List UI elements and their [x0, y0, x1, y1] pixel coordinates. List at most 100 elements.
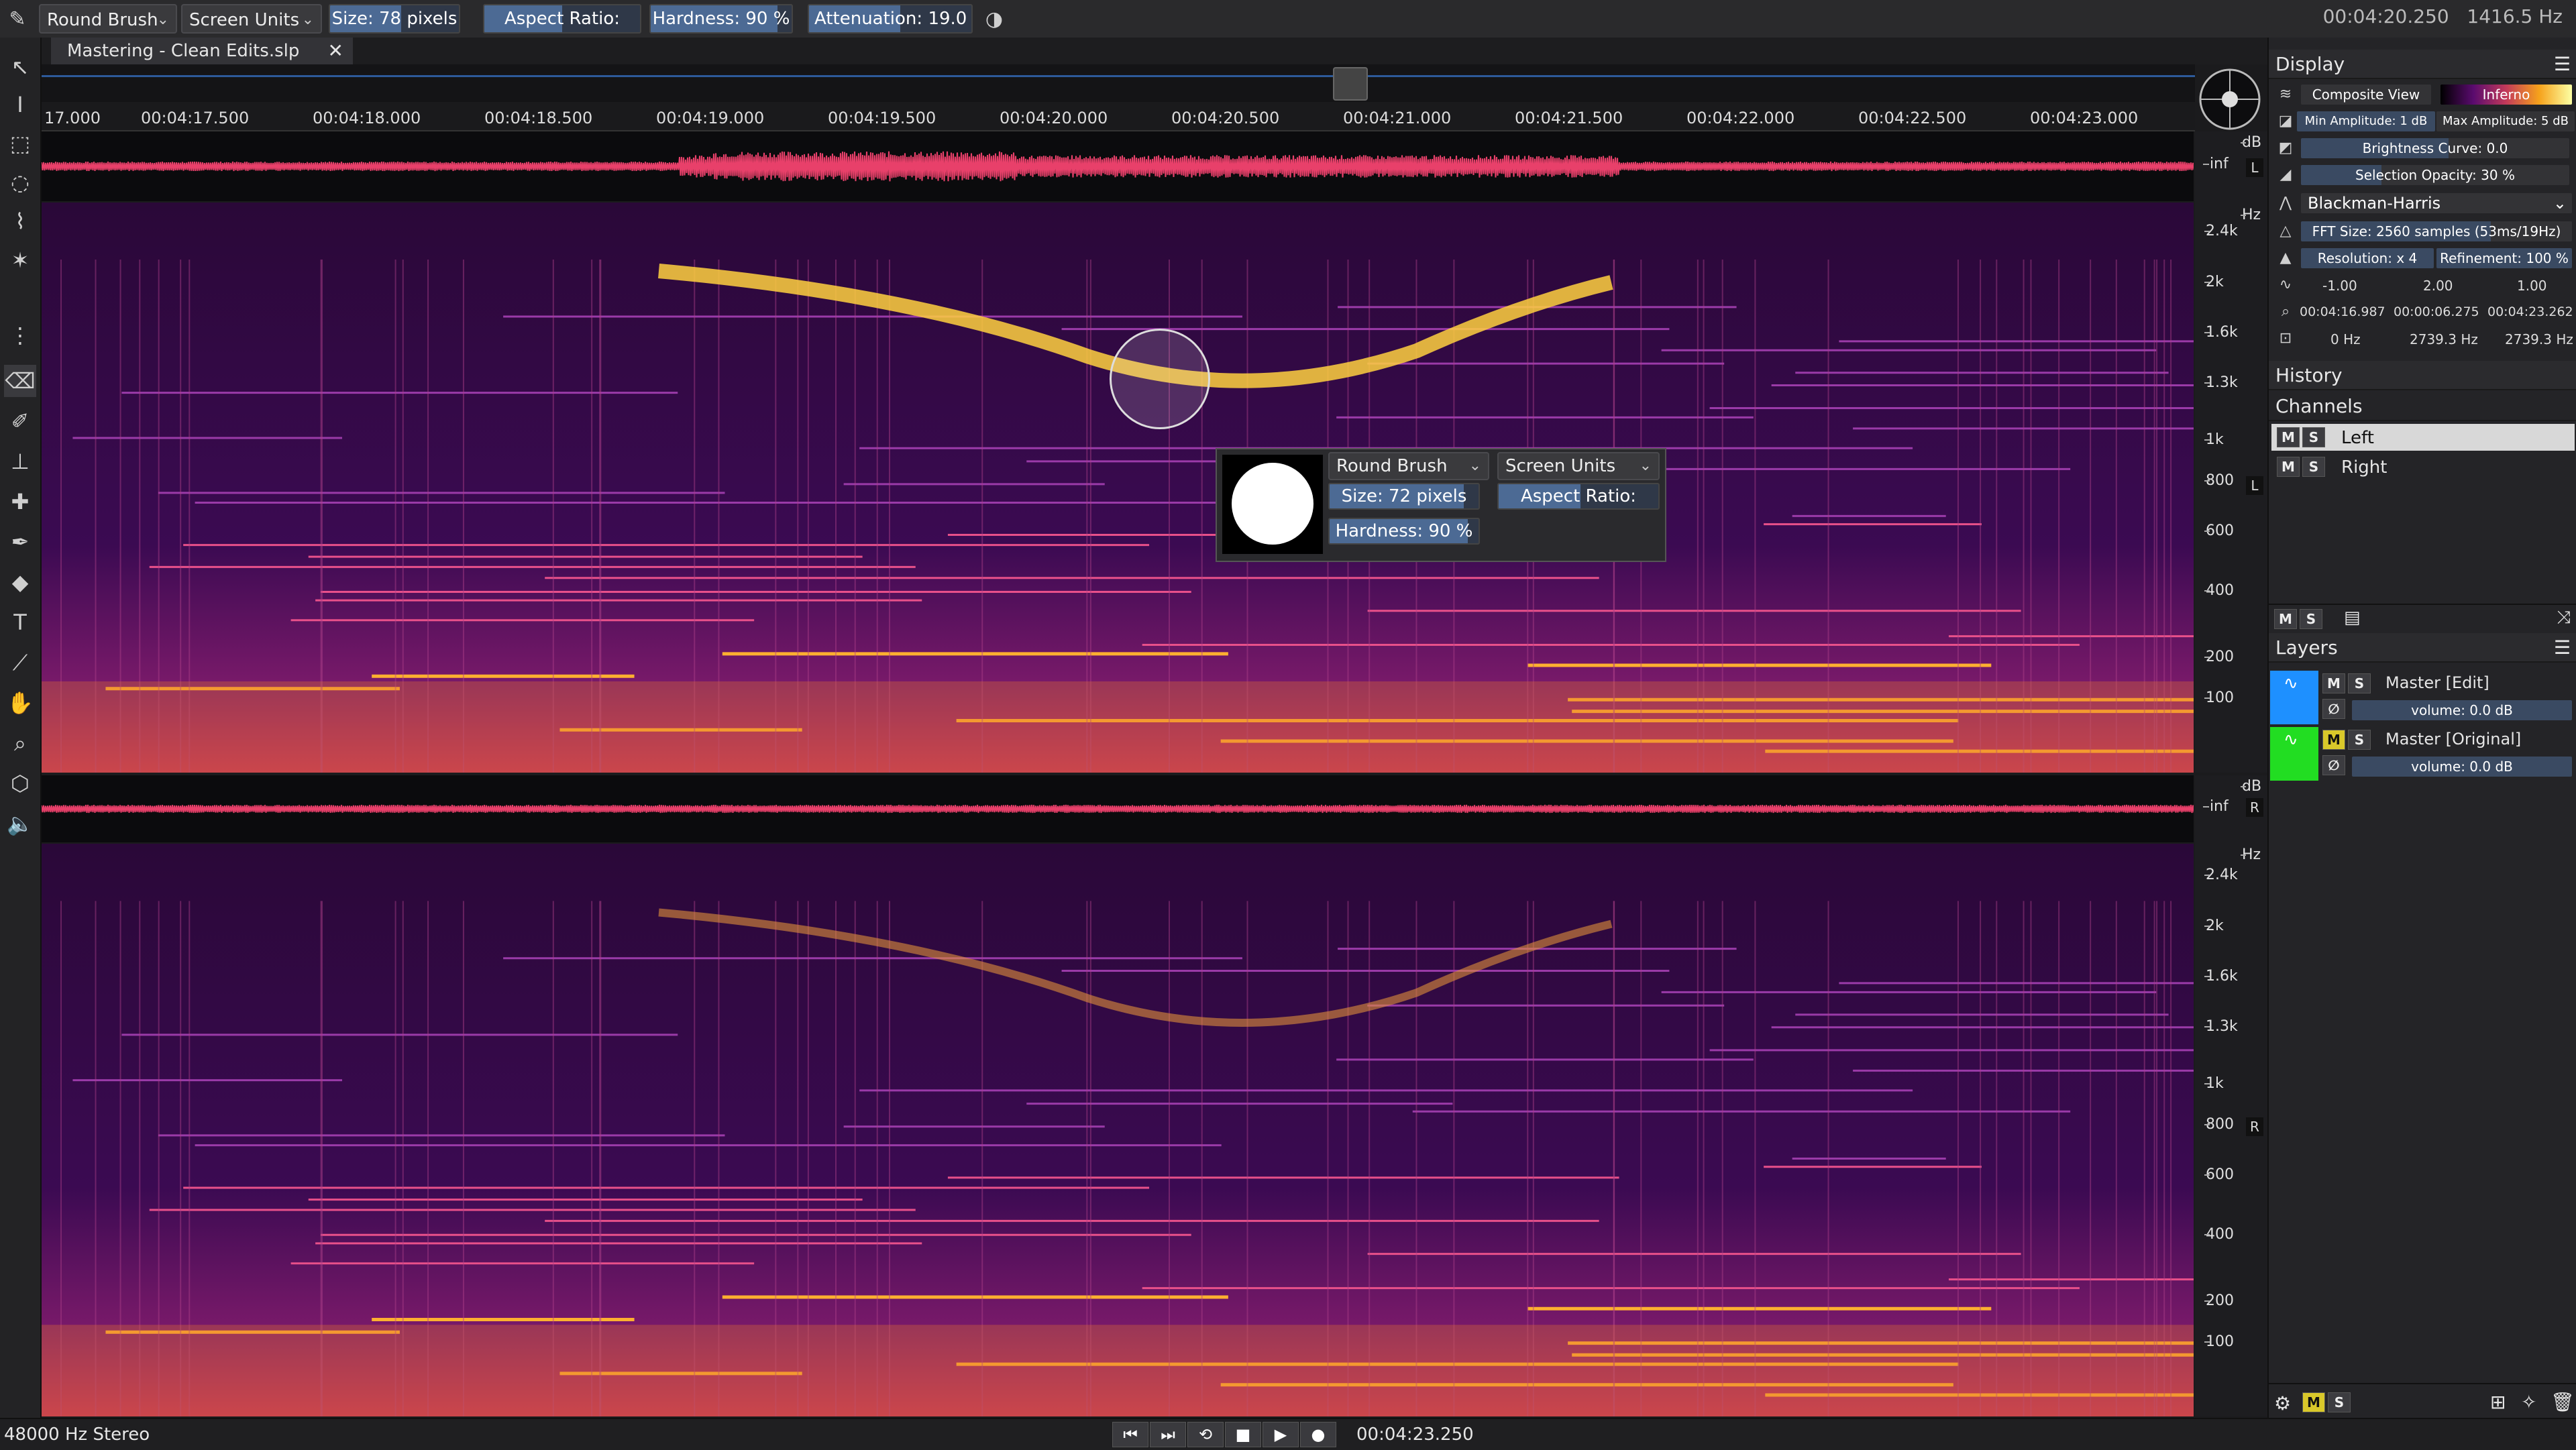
cube-icon[interactable]: ⬡: [4, 767, 36, 799]
stop-button[interactable]: ■: [1225, 1422, 1261, 1447]
layer-volume-slider[interactable]: volume: 0.0 dB: [2352, 700, 2572, 720]
popup-hardness-slider[interactable]: Hardness: 90 %: [1328, 518, 1480, 545]
popup-brush-shape-dropdown[interactable]: Round Brush ⌄: [1328, 452, 1489, 480]
phase-invert-icon[interactable]: ∅: [2322, 755, 2345, 775]
gear-icon[interactable]: ⚙: [2274, 1392, 2291, 1414]
channel-row-right[interactable]: M S Right: [2271, 453, 2575, 480]
db-label: dB: [2240, 134, 2262, 151]
popup-size-slider[interactable]: Size: 72 pixels: [1328, 483, 1480, 510]
freq-tick: 400: [2204, 582, 2234, 600]
channels-header[interactable]: Channels: [2269, 392, 2576, 421]
waveform-left[interactable]: [41, 131, 2195, 201]
rewind-button[interactable]: ⏮: [1112, 1422, 1148, 1447]
layers-header[interactable]: Layers ☰: [2269, 633, 2576, 663]
waveform-right[interactable]: [41, 775, 2195, 842]
text-tool-icon[interactable]: T: [4, 606, 36, 638]
solo-master-button[interactable]: S: [2328, 1392, 2351, 1412]
add-layer-icon[interactable]: ⊞: [2490, 1391, 2506, 1413]
solo-button[interactable]: S: [2348, 730, 2371, 750]
speaker-icon[interactable]: 🔈: [4, 807, 36, 840]
spectrogram-left[interactable]: [42, 203, 2194, 773]
more-tools-icon[interactable]: ⋮: [4, 319, 36, 351]
brush-select-icon[interactable]: ⌇: [4, 205, 36, 237]
time-ruler[interactable]: 17.000 00:04:17.500 00:04:18.000 00:04:18.5…: [42, 102, 2195, 131]
navigator-icon[interactable]: [2196, 66, 2263, 133]
solo-all-button[interactable]: S: [2300, 609, 2322, 629]
eyedropper-icon[interactable]: ⟋: [4, 647, 36, 679]
max-amplitude-field[interactable]: Max Amplitude: 5 dB: [2436, 111, 2575, 131]
tab-document[interactable]: Mastering - Clean Edits.slp ✕: [51, 38, 353, 64]
time-select-tool-icon[interactable]: I: [4, 89, 36, 121]
rectangle-select-icon[interactable]: ⬚: [4, 127, 36, 160]
size-slider[interactable]: Size: 78 pixels: [329, 4, 460, 34]
popup-brush-shape-value: Round Brush: [1336, 456, 1448, 476]
collapse-icon[interactable]: ⤨: [2557, 608, 2571, 628]
layer-row-edit[interactable]: ∿ M S Master [Edit] ∅ volume: 0.0 dB: [2269, 671, 2576, 724]
ruler-tick: 00:04:18.500: [484, 109, 593, 127]
min-amp-unit: dB: [2411, 114, 2428, 128]
invert-contrast-icon[interactable]: ◑: [979, 4, 1009, 34]
menu-icon[interactable]: ☰: [2554, 633, 2571, 663]
mute-button[interactable]: M: [2277, 427, 2300, 447]
composite-view-button[interactable]: Composite View: [2301, 85, 2431, 105]
solo-button[interactable]: S: [2348, 673, 2371, 693]
fill-icon[interactable]: ◆: [4, 566, 36, 598]
pointer-tool-icon[interactable]: ↖: [4, 51, 36, 83]
aspect-ratio-slider[interactable]: Aspect Ratio: 1.00: [483, 4, 641, 34]
window-dropdown[interactable]: Blackman-Harris ⌄: [2301, 193, 2572, 213]
time-start: 00:04:16.987: [2300, 304, 2385, 319]
phase-invert-icon[interactable]: ∅: [2322, 699, 2345, 719]
brush-shape-dropdown[interactable]: Round Brush ⌄: [39, 4, 177, 34]
list-icon[interactable]: ▤: [2344, 608, 2361, 628]
channel-badge-left-spec: L: [2246, 476, 2263, 495]
sparkle-icon[interactable]: ✧: [2521, 1391, 2536, 1413]
close-icon[interactable]: ✕: [328, 38, 343, 64]
freq-readout: 1416.5 Hz: [2467, 5, 2563, 27]
overview-strip[interactable]: [42, 64, 2195, 103]
spectrogram-right[interactable]: [42, 844, 2194, 1416]
selection-opacity-slider[interactable]: Selection Opacity: 30 %: [2301, 165, 2569, 185]
mute-button[interactable]: M: [2322, 673, 2345, 693]
mute-all-button[interactable]: M: [2274, 609, 2297, 629]
zoom-tool-icon[interactable]: ⌕: [4, 727, 36, 759]
magic-wand-icon[interactable]: ✶: [4, 244, 36, 276]
play-button[interactable]: ▶: [1263, 1422, 1299, 1447]
popup-units-dropdown[interactable]: Screen Units ⌄: [1497, 452, 1660, 480]
loop-button[interactable]: ⟲: [1187, 1422, 1224, 1447]
record-button[interactable]: ●: [1300, 1422, 1336, 1447]
refinement-slider[interactable]: Refinement: 100 %: [2436, 248, 2572, 268]
bandage-icon[interactable]: ✚: [4, 486, 36, 518]
solo-button[interactable]: S: [2302, 427, 2325, 447]
units-dropdown[interactable]: Screen Units ⌄: [181, 4, 322, 34]
popup-aspect-slider[interactable]: Aspect Ratio: 1.00: [1497, 483, 1660, 510]
layer-row-original[interactable]: ∿ M S Master [Original] ∅ volume: 0.0 dB: [2269, 727, 2576, 781]
stamp-tool-icon[interactable]: ⊥: [4, 445, 36, 478]
hardness-slider[interactable]: Hardness: 90 %: [649, 4, 793, 34]
brightness-slider[interactable]: Brightness Curve: 0.0: [2301, 138, 2569, 158]
min-amplitude-field[interactable]: Min Amplitude: 1 dB: [2297, 111, 2435, 131]
attenuation-control[interactable]: Attenuation: 19.0 dB: [808, 4, 973, 34]
menu-icon[interactable]: ☰: [2554, 50, 2571, 79]
solo-button[interactable]: S: [2302, 457, 2325, 477]
display-header[interactable]: Display ☰: [2269, 50, 2576, 79]
eraser-icon[interactable]: ⌫: [4, 365, 36, 397]
mute-button[interactable]: M: [2277, 457, 2300, 477]
forward-button[interactable]: ⏭: [1150, 1422, 1186, 1447]
resolution-slider[interactable]: Resolution: x 4: [2301, 248, 2434, 268]
mute-master-button[interactable]: M: [2302, 1392, 2325, 1412]
colormap-dropdown[interactable]: Inferno: [2440, 85, 2572, 105]
overview-thumb[interactable]: [1333, 67, 1368, 101]
lasso-tool-icon[interactable]: ◌: [4, 166, 36, 199]
fft-size-slider[interactable]: FFT Size: 2560 samples (53ms/19Hz): [2301, 221, 2572, 241]
spectrogram-right-svg: [42, 844, 2194, 1416]
hand-tool-icon[interactable]: ✋: [4, 687, 36, 719]
freq-tick: 100: [2204, 689, 2234, 706]
history-header[interactable]: History: [2269, 361, 2576, 390]
brush-icon[interactable]: ✒: [4, 526, 36, 558]
pencil-icon[interactable]: ✐: [4, 405, 36, 437]
layer-volume-slider[interactable]: volume: 0.0 dB: [2352, 757, 2572, 777]
trash-icon[interactable]: 🗑: [2551, 1391, 2575, 1413]
mute-button[interactable]: M: [2322, 730, 2345, 750]
eraser-tool-icon[interactable]: ✎: [3, 4, 32, 34]
channel-row-left[interactable]: M S Left: [2271, 424, 2575, 451]
